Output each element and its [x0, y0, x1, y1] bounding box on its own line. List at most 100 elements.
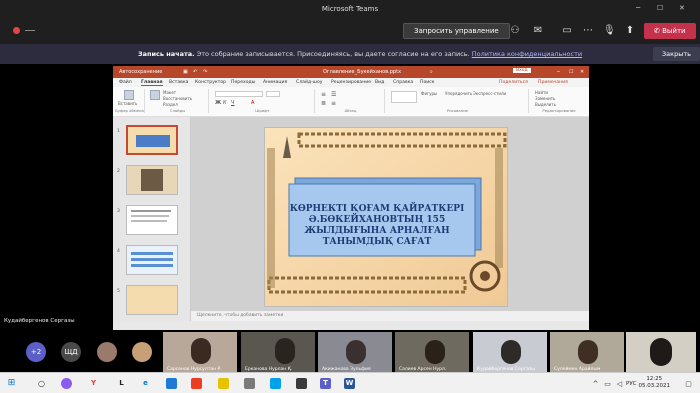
app-icon[interactable]	[244, 378, 255, 389]
search-icon[interactable]: ⌕	[430, 69, 433, 75]
slide-thumb-4[interactable]	[126, 245, 178, 275]
microphone-icon[interactable]: 🎙	[603, 25, 616, 37]
section-item[interactable]: Раздел	[163, 102, 178, 107]
slide-thumb-2[interactable]	[126, 165, 178, 195]
edge-icon[interactable]: e	[140, 378, 151, 389]
chat-icon[interactable]: ✉	[532, 25, 544, 37]
align-left-icon[interactable]: ≣	[321, 100, 326, 107]
word-icon[interactable]: W	[344, 378, 355, 389]
ppt-maximize-icon[interactable]: ☐	[569, 69, 573, 75]
select-item[interactable]: Выделить	[535, 102, 556, 107]
underline-icon[interactable]: Ч	[231, 100, 234, 106]
layout-item[interactable]: Макет	[163, 90, 176, 95]
font-size-select[interactable]	[266, 91, 280, 97]
slide-thumb-3[interactable]	[126, 205, 178, 235]
ribbon-group-slides: Макет Восстановить Раздел Слайды	[147, 89, 209, 113]
tab-slideshow[interactable]: Слайд-шоу	[296, 80, 323, 85]
tab-home[interactable]: Главная	[141, 80, 163, 86]
autosave-label[interactable]: Автосохранение	[119, 69, 162, 75]
maximize-icon[interactable]: ☐	[657, 4, 663, 12]
ppt-close-icon[interactable]: ✕	[580, 69, 584, 75]
office-icon[interactable]	[191, 378, 202, 389]
tab-design[interactable]: Конструктор	[195, 80, 226, 85]
start-icon[interactable]: ⊞	[6, 378, 17, 389]
tab-animations[interactable]: Анимация	[263, 80, 287, 85]
tab-review[interactable]: Рецензирование	[331, 80, 371, 85]
teams-icon[interactable]: T	[320, 378, 331, 389]
share-button[interactable]: Поделиться	[499, 80, 528, 85]
yandex-icon[interactable]: Y	[88, 378, 99, 389]
video-tile[interactable]: Сарсенов Нурсултан Р.	[163, 332, 237, 374]
divider	[25, 30, 35, 31]
ribbon-group-drawing: Фигуры Упорядочить Экспресс-стили Рисова…	[387, 89, 529, 113]
volume-icon[interactable]: ◁	[614, 379, 625, 390]
bullets-icon[interactable]: ≡	[321, 91, 326, 98]
video-tile[interactable]: Сулеймен Арайлым	[550, 332, 624, 374]
numbering-icon[interactable]: ☰	[331, 91, 336, 98]
close-icon[interactable]: ✕	[679, 4, 685, 12]
find-item[interactable]: Найти	[535, 90, 548, 95]
slide-thumb-1[interactable]	[126, 125, 178, 155]
slide-thumb-5[interactable]	[126, 285, 178, 315]
font-color-icon[interactable]: А	[251, 100, 254, 106]
privacy-link[interactable]: Политика конфиденциальности	[472, 50, 582, 58]
camera-icon[interactable]: ▭	[561, 25, 573, 37]
avatar[interactable]	[132, 342, 152, 362]
tab-file[interactable]: Файл	[119, 80, 132, 85]
current-slide[interactable]: КӨРНЕКТІ ҚОҒАМ ҚАЙРАТКЕРІ Ә.БӨКЕЙХАНОВТЫ…	[264, 127, 508, 307]
signin-button[interactable]: Вход	[513, 68, 531, 73]
avatar[interactable]	[97, 342, 117, 362]
replace-item[interactable]: Заменить	[535, 96, 555, 101]
video-tile[interactable]	[626, 332, 696, 374]
tab-help[interactable]: Справка	[393, 80, 413, 85]
app-l-icon[interactable]: L	[116, 378, 127, 389]
reset-item[interactable]: Восстановить	[163, 96, 192, 101]
arrange-item[interactable]: Упорядочить	[445, 91, 472, 96]
tab-insert[interactable]: Вставка	[169, 80, 188, 85]
overflow-avatar[interactable]: +2	[26, 342, 46, 362]
redo-icon[interactable]: ↷	[203, 69, 207, 75]
video-tile[interactable]: Акижанова Зульфия	[318, 332, 392, 374]
notes-pane[interactable]: Щелкните, чтобы добавить заметки	[191, 311, 589, 321]
avatar-initials[interactable]: ЩД	[61, 342, 81, 362]
new-slide-icon[interactable]	[150, 90, 160, 100]
italic-icon[interactable]: К	[223, 100, 227, 106]
language-indicator[interactable]: РУС	[626, 381, 637, 387]
paste-icon[interactable]	[124, 90, 134, 100]
ppt-minimize-icon[interactable]: ─	[557, 69, 560, 75]
notes-button[interactable]: Примечания	[538, 80, 568, 85]
leave-button[interactable]: ✆ Выйти	[644, 23, 696, 39]
banner-close-button[interactable]: Закрыть	[653, 47, 700, 61]
folder-icon[interactable]	[218, 378, 229, 389]
clock[interactable]: 12:25 05.03.2021	[639, 376, 671, 390]
tab-view[interactable]: Вид	[375, 80, 384, 85]
request-control-button[interactable]: Запросить управление	[403, 23, 510, 39]
bold-icon[interactable]: Ж	[215, 100, 221, 106]
video-tile[interactable]: Салиев Арсен Нурл.	[395, 332, 469, 374]
share-screen-icon[interactable]: ⬆	[624, 25, 636, 37]
explorer-icon[interactable]	[166, 378, 177, 389]
save-icon[interactable]: ▣	[183, 69, 188, 75]
app-icon[interactable]	[296, 378, 307, 389]
shapes-item[interactable]: Фигуры	[421, 91, 437, 96]
font-name-select[interactable]	[215, 91, 263, 97]
participants-icon[interactable]: ⚇	[509, 25, 521, 37]
cortana-icon[interactable]	[61, 378, 72, 389]
app-icon[interactable]	[270, 378, 281, 389]
ribbon-group-label: Рисование	[446, 108, 469, 113]
thumb-line	[131, 258, 173, 261]
quick-styles-item[interactable]: Экспресс-стили	[473, 91, 506, 96]
align-center-icon[interactable]: ≡	[331, 100, 336, 107]
shapes-gallery[interactable]	[391, 91, 417, 103]
tab-transitions[interactable]: Переходы	[231, 80, 255, 85]
video-tile[interactable]: Ерканова Нурлан Қ.	[241, 332, 315, 374]
video-tile[interactable]: Кудайбергенов Сергазы	[473, 332, 547, 374]
tab-search[interactable]: Поиск	[420, 80, 435, 85]
more-options-icon[interactable]: ⋯	[582, 25, 594, 37]
notifications-icon[interactable]: ▢	[683, 379, 694, 390]
tray-chevron-icon[interactable]: ^	[590, 379, 601, 390]
undo-icon[interactable]: ↶	[193, 69, 197, 75]
search-icon[interactable]: ○	[36, 378, 47, 389]
network-icon[interactable]: ▭	[602, 379, 613, 390]
minimize-icon[interactable]: ─	[636, 4, 640, 12]
